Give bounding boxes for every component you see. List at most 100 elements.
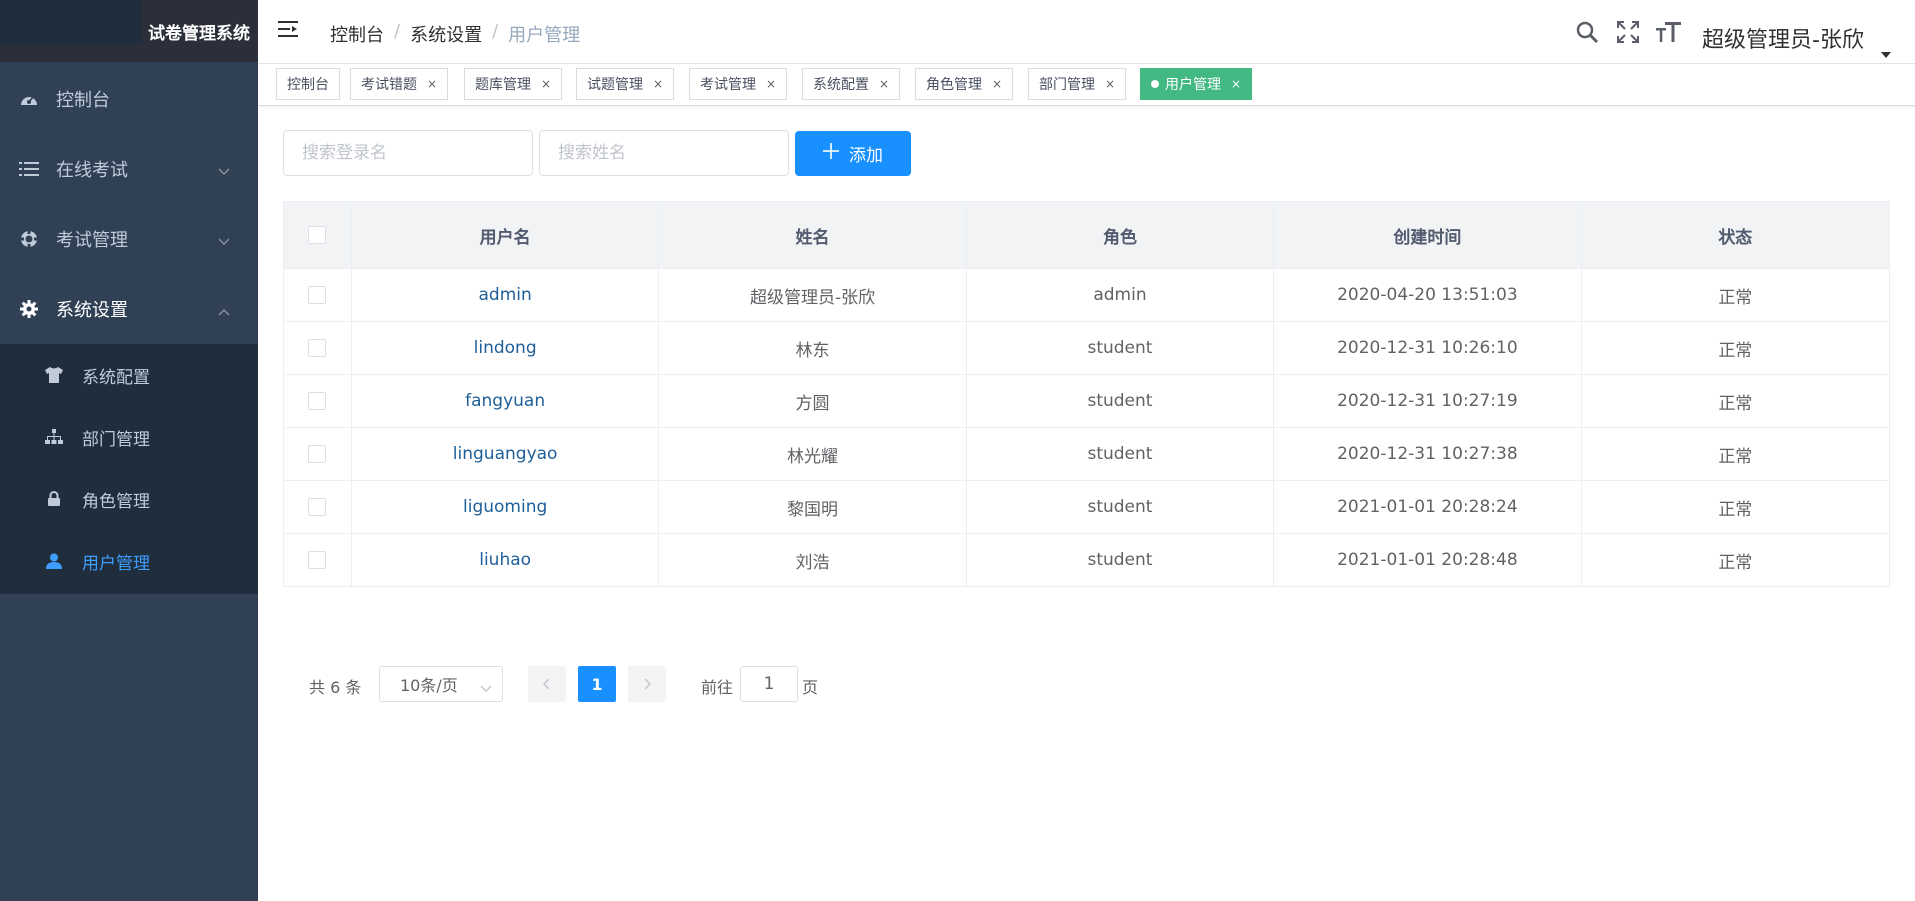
- row-checkbox[interactable]: [308, 286, 327, 304]
- row-checkbox[interactable]: [308, 445, 327, 463]
- close-icon[interactable]: ×: [1231, 77, 1241, 91]
- username-link[interactable]: admin: [352, 269, 660, 321]
- fullscreen-icon[interactable]: [1616, 20, 1640, 48]
- tag-role-management[interactable]: 角色管理 ×: [915, 68, 1014, 100]
- breadcrumb: 控制台 / 系统设置 / 用户管理: [330, 21, 580, 47]
- tag-exam-management[interactable]: 考试管理 ×: [689, 68, 788, 100]
- close-icon[interactable]: ×: [992, 77, 1002, 91]
- sidebar-item-label: 系统配置: [82, 367, 150, 388]
- goto-page-input[interactable]: [740, 666, 798, 702]
- tag-label: 试题管理: [587, 77, 643, 93]
- created-time-cell: 2020-04-20 13:51:03: [1274, 269, 1582, 321]
- created-time-cell: 2020-12-31 10:26:10: [1274, 322, 1582, 374]
- tag-label: 系统配置: [813, 77, 869, 93]
- sidebar-item-label: 用户管理: [82, 553, 150, 574]
- status-cell: 正常: [1718, 287, 1753, 308]
- table-row: linguangyao 林光耀 student 2020-12-31 10:27…: [284, 427, 1889, 480]
- name-cell: 超级管理员-张欣: [659, 269, 967, 321]
- chevron-down-icon: [218, 160, 230, 181]
- name-cell: 林东: [659, 322, 967, 374]
- sidebar: 试卷管理系统 控制台 在线考试 考试管理 系统设置 系统配置 部门管理 角色管理…: [0, 0, 258, 901]
- logo: 试卷管理系统: [0, 0, 258, 62]
- user-table: 用户名 姓名 角色 创建时间 状态 admin 超级管理员-张欣 admin 2…: [283, 201, 1890, 587]
- tag-label: 用户管理: [1165, 77, 1221, 93]
- search-login-name-input[interactable]: [283, 130, 533, 176]
- select-all-checkbox[interactable]: [308, 226, 327, 244]
- status-cell: 正常: [1718, 552, 1753, 573]
- username-link[interactable]: liguoming: [352, 481, 660, 533]
- tag-label: 题库管理: [475, 77, 531, 93]
- sidebar-item-system-settings[interactable]: 系统设置: [0, 274, 258, 344]
- tag-label: 部门管理: [1039, 77, 1095, 93]
- column-header: 状态: [1718, 227, 1753, 248]
- chevron-left-icon: [543, 678, 550, 690]
- created-time-cell: 2020-12-31 10:27:19: [1274, 375, 1582, 427]
- tag-exam-errors[interactable]: 考试错题 ×: [350, 68, 449, 100]
- logo-image: [0, 0, 142, 44]
- page-size-select[interactable]: 10条/页: [379, 666, 503, 702]
- plus-icon: [823, 143, 839, 164]
- tag-system-config[interactable]: 系统配置 ×: [802, 68, 901, 100]
- sidebar-item-department[interactable]: 部门管理: [0, 406, 258, 468]
- name-cell: 刘浩: [659, 534, 967, 586]
- row-checkbox[interactable]: [308, 339, 327, 357]
- row-checkbox[interactable]: [308, 498, 327, 516]
- table-row: liguoming 黎国明 student 2021-01-01 20:28:2…: [284, 480, 1889, 533]
- status-cell: 正常: [1718, 340, 1753, 361]
- sidebar-item-exam-management[interactable]: 考试管理: [0, 204, 258, 274]
- close-icon[interactable]: ×: [541, 77, 551, 91]
- sidebar-item-online-exam[interactable]: 在线考试: [0, 134, 258, 204]
- font-size-icon[interactable]: [1656, 20, 1682, 48]
- row-checkbox[interactable]: [308, 551, 327, 569]
- name-cell: 方圆: [659, 375, 967, 427]
- hamburger-icon[interactable]: [278, 20, 298, 42]
- page-number-button[interactable]: 1: [578, 666, 616, 702]
- breadcrumb-separator: /: [492, 21, 499, 42]
- next-page-button[interactable]: [628, 666, 666, 702]
- close-icon[interactable]: ×: [427, 77, 437, 91]
- sidebar-item-role[interactable]: 角色管理: [0, 468, 258, 530]
- row-checkbox[interactable]: [308, 392, 327, 410]
- search-name-input[interactable]: [539, 130, 789, 176]
- username-link[interactable]: liuhao: [352, 534, 660, 586]
- breadcrumb-item[interactable]: 系统设置: [410, 21, 482, 47]
- sidebar-item-label: 部门管理: [82, 429, 150, 450]
- add-user-button[interactable]: 添加: [795, 131, 911, 176]
- column-header: 用户名: [352, 202, 660, 268]
- username-link[interactable]: fangyuan: [352, 375, 660, 427]
- submenu: 系统配置 部门管理 角色管理 用户管理: [0, 344, 258, 594]
- user-name[interactable]: 超级管理员-张欣: [1702, 22, 1864, 54]
- tag-question-management[interactable]: 试题管理 ×: [576, 68, 675, 100]
- status-cell: 正常: [1718, 393, 1753, 414]
- caret-down-icon[interactable]: [1881, 43, 1891, 62]
- user-icon: [44, 553, 64, 569]
- sidebar-item-dashboard[interactable]: 控制台: [0, 64, 258, 134]
- sidebar-item-user[interactable]: 用户管理: [0, 530, 258, 592]
- sidebar-item-label: 控制台: [56, 90, 110, 111]
- tags-view: 控制台 考试错题 × 题库管理 × 试题管理 × 考试管理 × 系统配置 × 角…: [258, 64, 1915, 106]
- tag-department-management[interactable]: 部门管理 ×: [1028, 68, 1127, 100]
- username-link[interactable]: lindong: [352, 322, 660, 374]
- role-cell: student: [967, 322, 1275, 374]
- close-icon[interactable]: ×: [879, 77, 889, 91]
- lifebuoy-icon: [18, 230, 40, 248]
- close-icon[interactable]: ×: [1105, 77, 1115, 91]
- sidebar-item-system-config[interactable]: 系统配置: [0, 344, 258, 406]
- close-icon[interactable]: ×: [766, 77, 776, 91]
- status-cell: 正常: [1718, 499, 1753, 520]
- role-cell: student: [967, 534, 1275, 586]
- tag-label: 考试管理: [700, 77, 756, 93]
- tag-label: 考试错题: [361, 77, 417, 93]
- tag-question-bank[interactable]: 题库管理 ×: [464, 68, 563, 100]
- username-link[interactable]: linguangyao: [352, 428, 660, 480]
- page-size-value: 10条/页: [400, 676, 458, 695]
- chevron-down-icon: [218, 230, 230, 251]
- tag-dashboard[interactable]: 控制台: [276, 68, 340, 100]
- close-icon[interactable]: ×: [653, 77, 663, 91]
- search-icon[interactable]: [1575, 20, 1599, 48]
- tag-label: 角色管理: [926, 77, 982, 93]
- breadcrumb-item[interactable]: 控制台: [330, 21, 384, 47]
- tag-user-management[interactable]: 用户管理 ×: [1140, 68, 1253, 100]
- prev-page-button[interactable]: [528, 666, 566, 702]
- goto-suffix: 页: [802, 678, 819, 697]
